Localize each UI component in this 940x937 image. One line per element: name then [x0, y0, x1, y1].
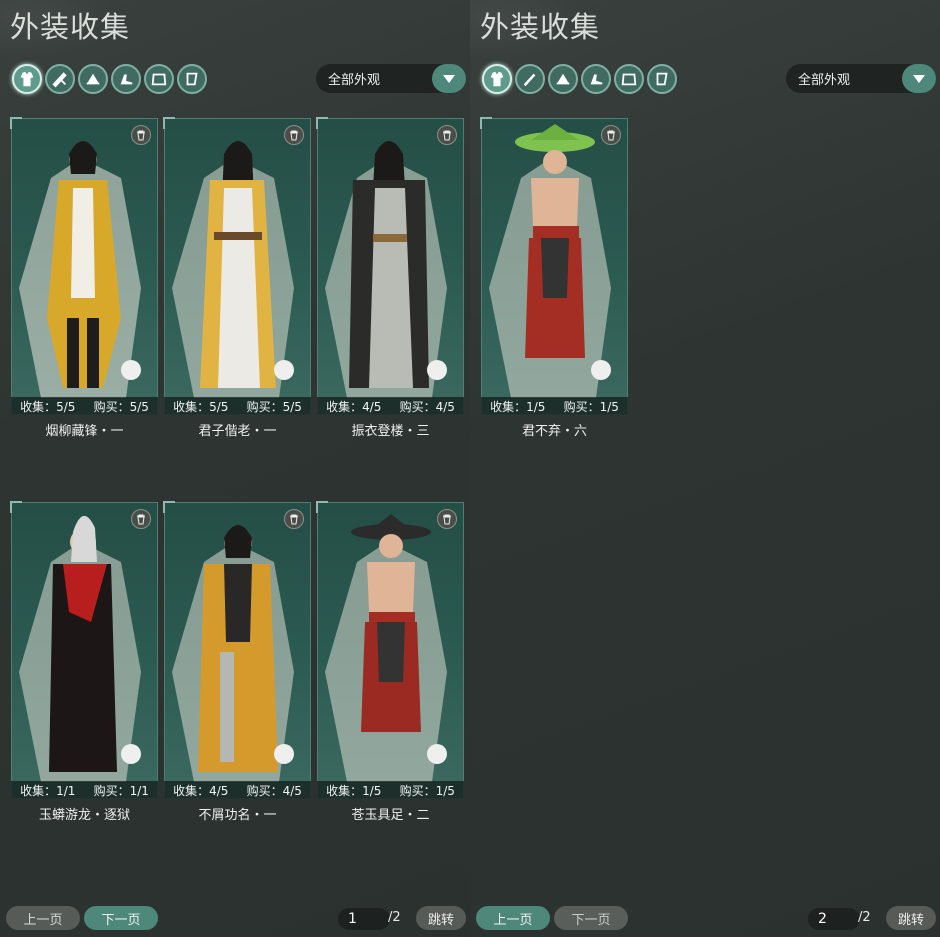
collect-count: 收集：1/5: [490, 399, 546, 414]
cloak-filter-icon[interactable]: [614, 64, 644, 94]
outfit-card[interactable]: 收集：5/5 购买：5/5 烟柳藏锋・一: [10, 117, 158, 439]
character-portrait: [19, 141, 141, 398]
buy-count: 购买：4/5: [246, 783, 302, 798]
trash-icon[interactable]: [284, 509, 304, 529]
outfit-card[interactable]: 收集：5/5 购买：5/5 君子偕老・一: [163, 117, 311, 439]
page-total: /2: [388, 910, 401, 925]
outfit-card[interactable]: 收集：4/5 购买：4/5 振衣登楼・三: [316, 117, 464, 439]
appearance-dropdown[interactable]: 全部外观: [786, 64, 936, 93]
card-stats: 收集：5/5 购买：5/5: [164, 397, 311, 415]
panel-title: 外装收集: [10, 10, 131, 44]
outfit-name: 君子偕老・一: [198, 424, 277, 439]
chevron-down-icon: [902, 64, 936, 93]
outfit-filter-icon[interactable]: [482, 64, 512, 94]
character-portrait: [172, 525, 294, 782]
buy-count: 购买：1/5: [399, 783, 455, 798]
trash-icon[interactable]: [437, 125, 457, 145]
chevron-down-icon: [432, 64, 466, 93]
shoe-filter-icon[interactable]: [581, 64, 611, 94]
pendant-filter-icon[interactable]: [647, 64, 677, 94]
outfit-card[interactable]: 收集：1/1 购买：1/1 玉蟒游龙・逐狱: [10, 501, 158, 823]
collect-count: 收集：4/5: [326, 399, 382, 414]
card-stats: 收集：4/5 购买：4/5: [317, 397, 464, 415]
trash-icon[interactable]: [131, 125, 151, 145]
collect-count: 收集：5/5: [20, 399, 76, 414]
buy-count: 购买：4/5: [399, 399, 455, 414]
outfit-name: 玉蟒游龙・逐狱: [38, 808, 130, 823]
character-portrait: [19, 515, 141, 782]
shoe-filter-icon[interactable]: [111, 64, 141, 94]
dropdown-label: 全部外观: [798, 73, 851, 88]
collect-count: 收集：5/5: [173, 399, 229, 414]
outfit-name: 君不弃・六: [521, 424, 587, 439]
pendant-filter-icon[interactable]: [177, 64, 207, 94]
page-total: /2: [858, 910, 871, 925]
panel-title: 外装收集: [480, 10, 601, 44]
outfit-name: 烟柳藏锋・一: [45, 424, 124, 439]
buy-count: 购买：1/1: [93, 783, 149, 798]
outfit-name: 振衣登楼・三: [351, 424, 430, 439]
collect-count: 收集：4/5: [173, 783, 229, 798]
trash-icon[interactable]: [437, 509, 457, 529]
collect-count: 收集：1/1: [20, 783, 76, 798]
outfit-card[interactable]: 收集：4/5 购买：4/5 不屑功名・一: [163, 501, 311, 823]
character-portrait: [325, 141, 447, 398]
buy-count: 购买：5/5: [246, 399, 302, 414]
card-stats: 收集：1/1 购买：1/1: [11, 781, 158, 799]
prev-page-button[interactable]: 上一页: [476, 906, 550, 930]
hat-filter-icon[interactable]: [548, 64, 578, 94]
page-input[interactable]: 1: [338, 908, 390, 930]
outfit-name: 不屑功名・一: [198, 808, 277, 823]
trash-icon[interactable]: [601, 125, 621, 145]
jump-button[interactable]: 跳转: [886, 906, 936, 930]
dropdown-label: 全部外观: [328, 73, 381, 88]
outfit-filter-icon[interactable]: [12, 64, 42, 94]
card-stats: 收集：1/5 购买：1/5: [317, 781, 464, 799]
character-portrait: [489, 124, 611, 398]
character-portrait: [325, 514, 447, 782]
right-panel: 外装收集 全部外观 收集：1/5 购买：1/5 君不弃・六 上一页 下一页 2 …: [470, 0, 940, 937]
outfit-card[interactable]: 收集：1/5 购买：1/5 君不弃・六: [480, 117, 628, 439]
card-stats: 收集：4/5 购买：4/5: [164, 781, 311, 799]
hat-filter-icon[interactable]: [78, 64, 108, 94]
collect-count: 收集：1/5: [326, 783, 382, 798]
trash-icon[interactable]: [284, 125, 304, 145]
page-input[interactable]: 2: [808, 908, 860, 930]
category-filters: [482, 64, 677, 94]
card-stats: 收集：5/5 购买：5/5: [11, 397, 158, 415]
weapon-filter-icon[interactable]: [45, 64, 75, 94]
character-portrait: [172, 141, 294, 398]
outfit-card[interactable]: 收集：1/5 购买：1/5 苍玉具足・二: [316, 501, 464, 823]
buy-count: 购买：1/5: [563, 399, 619, 414]
category-filters: [12, 64, 207, 94]
next-page-button[interactable]: 下一页: [554, 906, 628, 930]
buy-count: 购买：5/5: [93, 399, 149, 414]
cloak-filter-icon[interactable]: [144, 64, 174, 94]
jump-button[interactable]: 跳转: [416, 906, 466, 930]
left-panel: 外装收集 全部外观 收集：5/5 购买：5/5 烟柳藏锋・一 收集：5/5 购买…: [0, 0, 470, 937]
card-stats: 收集：1/5 购买：1/5: [481, 397, 628, 415]
prev-page-button[interactable]: 上一页: [6, 906, 80, 930]
next-page-button[interactable]: 下一页: [84, 906, 158, 930]
appearance-dropdown[interactable]: 全部外观: [316, 64, 466, 93]
trash-icon[interactable]: [131, 509, 151, 529]
weapon-filter-icon[interactable]: [515, 64, 545, 94]
outfit-name: 苍玉具足・二: [351, 808, 430, 823]
